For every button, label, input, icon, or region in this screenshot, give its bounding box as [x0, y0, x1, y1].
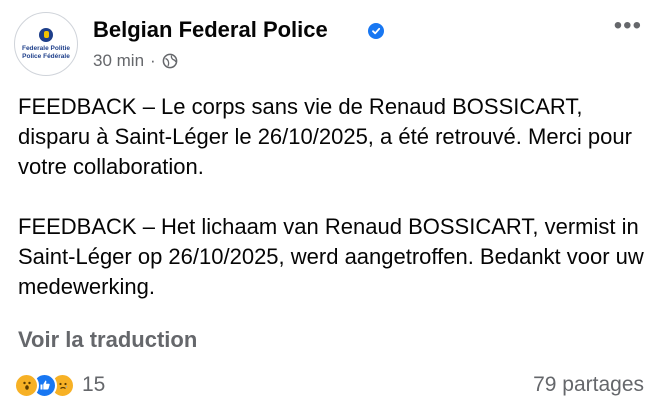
post-body-text: FEEDBACK – Le corps sans vie de Renaud B…	[18, 94, 644, 299]
wow-icon	[14, 372, 39, 398]
meta-separator: ·	[150, 51, 156, 70]
reactions-summary[interactable]: 15	[14, 372, 105, 398]
police-emblem-icon	[39, 27, 53, 42]
verified-badge-icon	[368, 23, 384, 39]
post-timestamp[interactable]: 30 min	[93, 50, 144, 72]
shares-count[interactable]: 79 partages	[533, 372, 644, 398]
facebook-post: Federale Politie Police Fédérale Belgian…	[0, 0, 664, 411]
see-translation-link[interactable]: Voir la traduction	[18, 326, 197, 354]
page-avatar[interactable]: Federale Politie Police Fédérale	[14, 12, 78, 76]
reaction-count[interactable]: 15	[82, 373, 105, 397]
avatar-logo-text-2: Police Fédérale	[22, 52, 70, 60]
globe-icon	[162, 53, 178, 69]
post-meta: 30 min ·	[93, 50, 178, 72]
more-options-icon[interactable]: •••	[614, 14, 642, 38]
avatar-logo-text-1: Federale Politie	[21, 44, 71, 52]
page-name-link[interactable]: Belgian Federal Police	[93, 16, 328, 44]
